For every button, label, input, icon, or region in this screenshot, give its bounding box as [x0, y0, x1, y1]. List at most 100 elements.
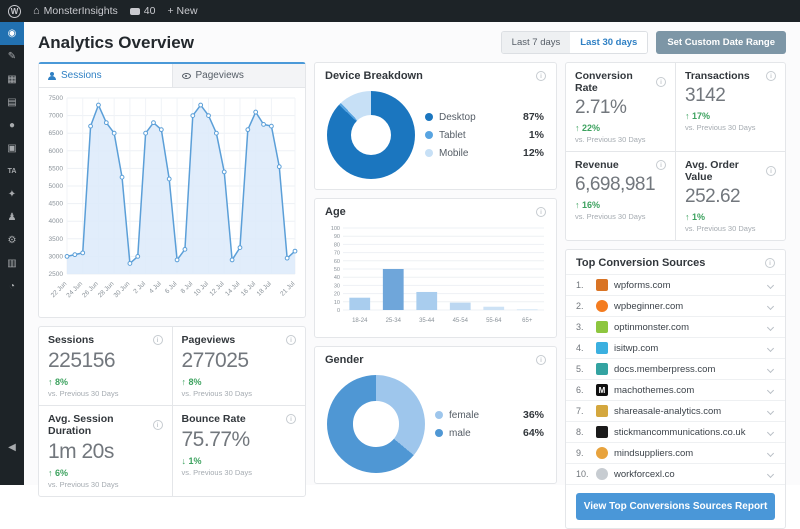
sidebar-item-plugins[interactable]: ✦	[0, 183, 24, 206]
tablet-dot-icon	[425, 131, 433, 139]
top-conversion-sources-card: Top Conversion Sources i 1.wpforms.com2.…	[565, 249, 786, 529]
svg-text:7500: 7500	[49, 95, 64, 102]
desktop-dot-icon	[425, 113, 433, 121]
source-row-isitwp-com[interactable]: 4.isitwp.com	[566, 337, 785, 358]
chevron-down-icon[interactable]	[767, 344, 774, 351]
sidebar-item-monsterinsights[interactable]: ◉	[0, 22, 24, 45]
wordpress-logo-menu[interactable]: W	[8, 5, 21, 18]
stat-value: 277025	[182, 349, 297, 373]
tab-sessions[interactable]: Sessions	[39, 64, 172, 87]
source-domain: stickmancommunications.co.uk	[614, 427, 762, 438]
posts-icon: ✎	[8, 51, 16, 62]
source-row-mindsuppliers-com[interactable]: 9.mindsuppliers.com	[566, 442, 785, 463]
stat-card-revenue: Revenuei6,698,981↑ 16%vs. Previous 30 Da…	[566, 152, 675, 240]
source-row-machothemes-com[interactable]: 6.Mmachothemes.com	[566, 379, 785, 400]
info-icon[interactable]: i	[536, 207, 546, 217]
last-30-days-button[interactable]: Last 30 days	[570, 32, 647, 53]
stat-delta: ↓ 1%	[182, 456, 297, 466]
sidebar-item-tools[interactable]: ⚙	[0, 229, 24, 252]
left-column: Sessions Pageviews 250030003500400045005…	[38, 62, 306, 529]
new-content-menu[interactable]: + New	[167, 5, 197, 17]
source-domain: workforcexl.co	[614, 469, 762, 480]
info-icon[interactable]: i	[656, 77, 666, 87]
source-row-shareasale-analytics-com[interactable]: 7.shareasale-analytics.com	[566, 400, 785, 421]
favicon-icon	[596, 426, 608, 438]
last-7-days-button[interactable]: Last 7 days	[502, 32, 571, 53]
person-icon	[48, 72, 56, 80]
legend-value: 64%	[523, 427, 544, 439]
svg-text:3500: 3500	[49, 236, 64, 243]
info-icon[interactable]: i	[536, 355, 546, 365]
chevron-down-icon[interactable]	[767, 323, 774, 330]
plugins-icon: ✦	[8, 189, 16, 200]
source-row-wpbeginner-com[interactable]: 2.wpbeginner.com	[566, 295, 785, 316]
stat-title: Transactions	[685, 70, 750, 82]
source-domain: isitwp.com	[614, 343, 762, 354]
stat-compare-label: vs. Previous 30 Days	[48, 389, 163, 398]
svg-text:12 Jul: 12 Jul	[208, 280, 226, 298]
chevron-down-icon[interactable]	[767, 428, 774, 435]
sidebar-item-appearance[interactable]: ▣	[0, 137, 24, 160]
chevron-down-icon[interactable]	[767, 449, 774, 456]
middle-column: Device Breakdown i Desktop87%Tablet1%Mob…	[314, 62, 557, 529]
chevron-down-icon[interactable]	[767, 365, 774, 372]
sidebar-item-pages[interactable]: ▤	[0, 91, 24, 114]
source-row-optinmonster-com[interactable]: 3.optinmonster.com	[566, 316, 785, 337]
sources-header: Top Conversion Sources i	[566, 250, 785, 274]
sidebar-collapse-button[interactable]: ◀	[0, 436, 24, 459]
sidebar-item-comments[interactable]: ●	[0, 114, 24, 137]
stat-compare-label: vs. Previous 30 Days	[685, 123, 776, 132]
comments-count: 40	[144, 5, 156, 17]
source-rank: 6.	[576, 385, 590, 395]
info-icon[interactable]: i	[286, 414, 296, 424]
tab-pageviews-label: Pageviews	[196, 70, 244, 81]
chevron-down-icon[interactable]	[767, 302, 774, 309]
svg-text:80: 80	[334, 242, 340, 248]
stat-compare-label: vs. Previous 30 Days	[182, 389, 297, 398]
tab-pageviews[interactable]: Pageviews	[172, 64, 306, 87]
sidebar-item-users[interactable]: ♟	[0, 206, 24, 229]
page-header: Analytics Overview Last 7 days Last 30 d…	[24, 22, 800, 60]
site-name-menu[interactable]: ⌂ MonsterInsights	[33, 5, 118, 17]
info-icon[interactable]: i	[153, 335, 163, 345]
sidebar-item-ta[interactable]: TA	[0, 160, 24, 183]
svg-text:6000: 6000	[49, 148, 64, 155]
source-row-docs-memberpress-com[interactable]: 5.docs.memberpress.com	[566, 358, 785, 379]
info-icon[interactable]: i	[656, 160, 666, 170]
chevron-down-icon[interactable]	[767, 407, 774, 414]
info-icon[interactable]: i	[766, 166, 776, 176]
source-row-stickmancommunications-co-uk[interactable]: 8.stickmancommunications.co.uk	[566, 421, 785, 442]
stat-delta: ↑ 16%	[575, 200, 666, 210]
source-domain: docs.memberpress.com	[614, 364, 762, 375]
gender-body: female36%male64%	[315, 371, 556, 483]
legend-label: female	[449, 410, 517, 421]
svg-text:100: 100	[331, 226, 340, 232]
svg-text:2 Jul: 2 Jul	[132, 280, 147, 295]
view-top-conversions-report-button[interactable]: View Top Conversions Sources Report	[576, 493, 775, 520]
sidebar-item-media[interactable]: ▦	[0, 68, 24, 91]
sidebar-item-analytics[interactable]: ◔	[0, 275, 24, 298]
chevron-down-icon[interactable]	[767, 281, 774, 288]
info-icon[interactable]: i	[153, 420, 163, 430]
legend-value: 1%	[529, 129, 544, 141]
sidebar-item-posts[interactable]: ✎	[0, 45, 24, 68]
legend-value: 87%	[523, 111, 544, 123]
stat-card-top: Pageviewsi	[182, 334, 297, 346]
svg-text:2500: 2500	[49, 271, 64, 278]
info-icon[interactable]: i	[766, 71, 776, 81]
svg-text:4000: 4000	[49, 218, 64, 225]
favicon-icon	[596, 300, 608, 312]
info-icon[interactable]: i	[536, 71, 546, 81]
chevron-down-icon[interactable]	[767, 470, 774, 477]
info-icon[interactable]: i	[765, 258, 775, 268]
info-icon[interactable]: i	[286, 335, 296, 345]
comments-menu[interactable]: 40	[130, 5, 156, 17]
source-row-wpforms-com[interactable]: 1.wpforms.com	[566, 274, 785, 295]
sidebar-item-settings[interactable]: ▥	[0, 252, 24, 275]
svg-text:40: 40	[334, 275, 340, 281]
chevron-down-icon[interactable]	[767, 386, 774, 393]
svg-text:3000: 3000	[49, 253, 64, 260]
source-row-workforcexl-co[interactable]: 10.workforcexl.co	[566, 463, 785, 484]
source-rank: 3.	[576, 322, 590, 332]
set-custom-date-range-button[interactable]: Set Custom Date Range	[656, 31, 786, 54]
